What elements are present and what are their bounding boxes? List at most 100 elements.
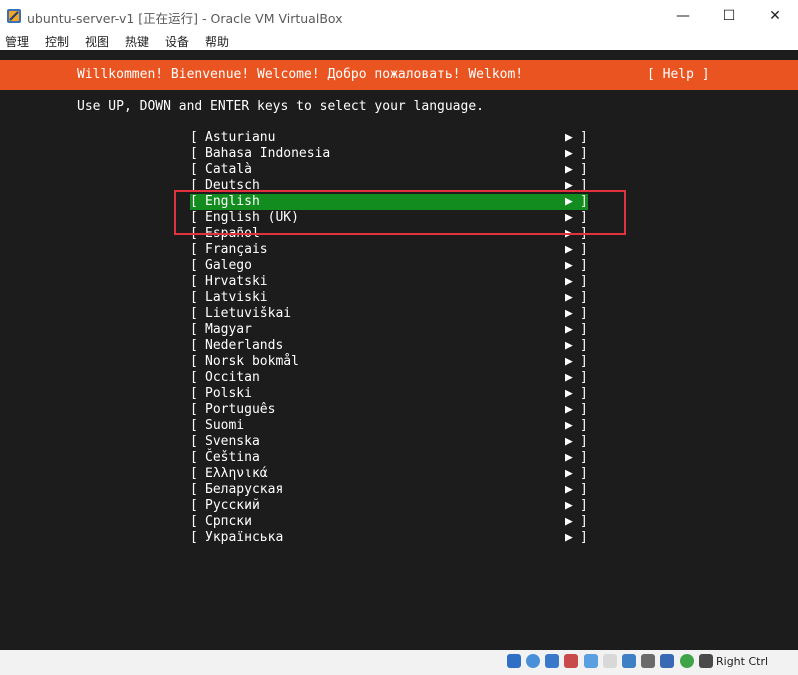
maximize-button[interactable]: ☐	[706, 2, 752, 30]
language-item[interactable]: [Occitan ▶]	[190, 370, 588, 386]
bracket-left: [	[190, 178, 198, 193]
language-item[interactable]: [English (UK) ▶]	[190, 210, 588, 226]
usb-icon[interactable]	[584, 654, 598, 668]
bracket-right: ]	[580, 466, 588, 481]
language-label: Latviski	[205, 290, 268, 305]
minimize-icon: —	[676, 8, 690, 24]
arrow-right-icon: ▶	[565, 226, 573, 241]
language-item[interactable]: [Català ▶]	[190, 162, 588, 178]
audio-icon[interactable]	[545, 654, 559, 668]
language-item[interactable]: [Polski ▶]	[190, 386, 588, 402]
vm-display[interactable]: Willkommen! Bienvenue! Welcome! Добро по…	[0, 50, 798, 650]
help-button[interactable]: [ Help ]	[647, 67, 710, 82]
language-label: Беларуская	[205, 482, 284, 497]
arrow-right-icon: ▶	[565, 402, 573, 417]
bracket-right: ]	[580, 530, 588, 545]
bracket-left: [	[190, 258, 198, 273]
language-item[interactable]: [Українська ▶]	[190, 530, 588, 546]
language-item[interactable]: [Français ▶]	[190, 242, 588, 258]
bracket-left: [	[190, 338, 198, 353]
welcome-text: Willkommen! Bienvenue! Welcome! Добро по…	[77, 67, 524, 82]
language-label: Polski	[205, 386, 252, 401]
arrow-right-icon: ▶	[565, 290, 573, 305]
menu-control[interactable]: 控制	[45, 33, 69, 50]
bracket-right: ]	[580, 370, 588, 385]
arrow-right-icon: ▶	[565, 306, 573, 321]
bracket-left: [	[190, 210, 198, 225]
language-item[interactable]: [Suomi ▶]	[190, 418, 588, 434]
bracket-right: ]	[580, 178, 588, 193]
arrow-right-icon: ▶	[565, 130, 573, 145]
bracket-right: ]	[580, 482, 588, 497]
language-item[interactable]: [Nederlands ▶]	[190, 338, 588, 354]
arrow-right-icon: ▶	[565, 450, 573, 465]
bracket-right: ]	[580, 322, 588, 337]
mouse-integration-icon[interactable]	[699, 654, 713, 668]
bracket-right: ]	[580, 354, 588, 369]
bracket-right: ]	[580, 210, 588, 225]
minimize-button[interactable]: —	[660, 2, 706, 30]
network-icon[interactable]	[564, 654, 578, 668]
language-item[interactable]: [Svenska ▶]	[190, 434, 588, 450]
close-button[interactable]: ✕	[752, 2, 798, 30]
optical-drive-icon[interactable]	[526, 654, 540, 668]
language-item[interactable]: [Galego ▶]	[190, 258, 588, 274]
language-label: English (UK)	[205, 210, 299, 225]
arrow-right-icon: ▶	[565, 146, 573, 161]
language-item[interactable]: [English ▶]	[190, 194, 588, 210]
language-label: Español	[205, 226, 260, 241]
virtualbox-icon	[7, 9, 21, 23]
window-title: ubuntu-server-v1 [正在运行] - Oracle VM Virt…	[27, 11, 343, 26]
menu-view[interactable]: 视图	[85, 33, 109, 50]
bracket-left: [	[190, 450, 198, 465]
language-item[interactable]: [Русский ▶]	[190, 498, 588, 514]
language-item[interactable]: [ Беларуская ▶]	[190, 482, 588, 498]
hard-disk-icon[interactable]	[507, 654, 521, 668]
guest-additions-icon[interactable]	[680, 654, 694, 668]
language-label: Svenska	[205, 434, 260, 449]
language-item[interactable]: [Norsk bokmål ▶]	[190, 354, 588, 370]
arrow-right-icon: ▶	[565, 338, 573, 353]
menu-devices[interactable]: 设备	[165, 33, 189, 50]
bracket-right: ]	[580, 402, 588, 417]
arrow-right-icon: ▶	[565, 482, 573, 497]
menu-help[interactable]: 帮助	[205, 33, 229, 50]
arrow-right-icon: ▶	[565, 162, 573, 177]
menu-manage[interactable]: 管理	[5, 33, 29, 50]
display-icon[interactable]	[622, 654, 636, 668]
language-item[interactable]: [Latviski ▶]	[190, 290, 588, 306]
bracket-right: ]	[580, 274, 588, 289]
language-item[interactable]: [Bahasa Indonesia ▶]	[190, 146, 588, 162]
language-item[interactable]: [Čeština ▶]	[190, 450, 588, 466]
language-label: Galego	[205, 258, 252, 273]
language-label: Português	[205, 402, 276, 417]
language-item[interactable]: [Српски ▶]	[190, 514, 588, 530]
language-item[interactable]: [Lietuviškai ▶]	[190, 306, 588, 322]
language-item[interactable]: [Español ▶]	[190, 226, 588, 242]
bracket-left: [	[190, 482, 198, 497]
language-item[interactable]: [Hrvatski ▶]	[190, 274, 588, 290]
bracket-right: ]	[580, 146, 588, 161]
bracket-left: [	[190, 274, 198, 289]
bracket-left: [	[190, 322, 198, 337]
instruction-text: Use UP, DOWN and ENTER keys to select yo…	[77, 99, 484, 114]
language-item[interactable]: [Magyar ▶]	[190, 322, 588, 338]
arrow-right-icon: ▶	[565, 370, 573, 385]
language-item[interactable]: [Asturianu ▶]	[190, 130, 588, 146]
close-icon: ✕	[769, 8, 781, 24]
shared-folders-icon[interactable]	[603, 654, 617, 668]
bracket-right: ]	[580, 306, 588, 321]
bracket-right: ]	[580, 514, 588, 529]
bracket-left: [	[190, 498, 198, 513]
language-item[interactable]: [Deutsch ▶]	[190, 178, 588, 194]
bracket-left: [	[190, 386, 198, 401]
language-item[interactable]: [Português ▶]	[190, 402, 588, 418]
language-label: Bahasa Indonesia	[205, 146, 331, 161]
language-item[interactable]: [Ελληνικά ▶]	[190, 466, 588, 482]
cpu-icon[interactable]	[660, 654, 674, 668]
menu-hotkeys[interactable]: 热键	[125, 33, 149, 50]
menubar: 管理 控制 视图 热键 设备 帮助	[0, 32, 798, 50]
host-key-label: Right Ctrl	[716, 655, 769, 668]
bracket-right: ]	[580, 162, 588, 177]
recording-icon[interactable]	[641, 654, 655, 668]
